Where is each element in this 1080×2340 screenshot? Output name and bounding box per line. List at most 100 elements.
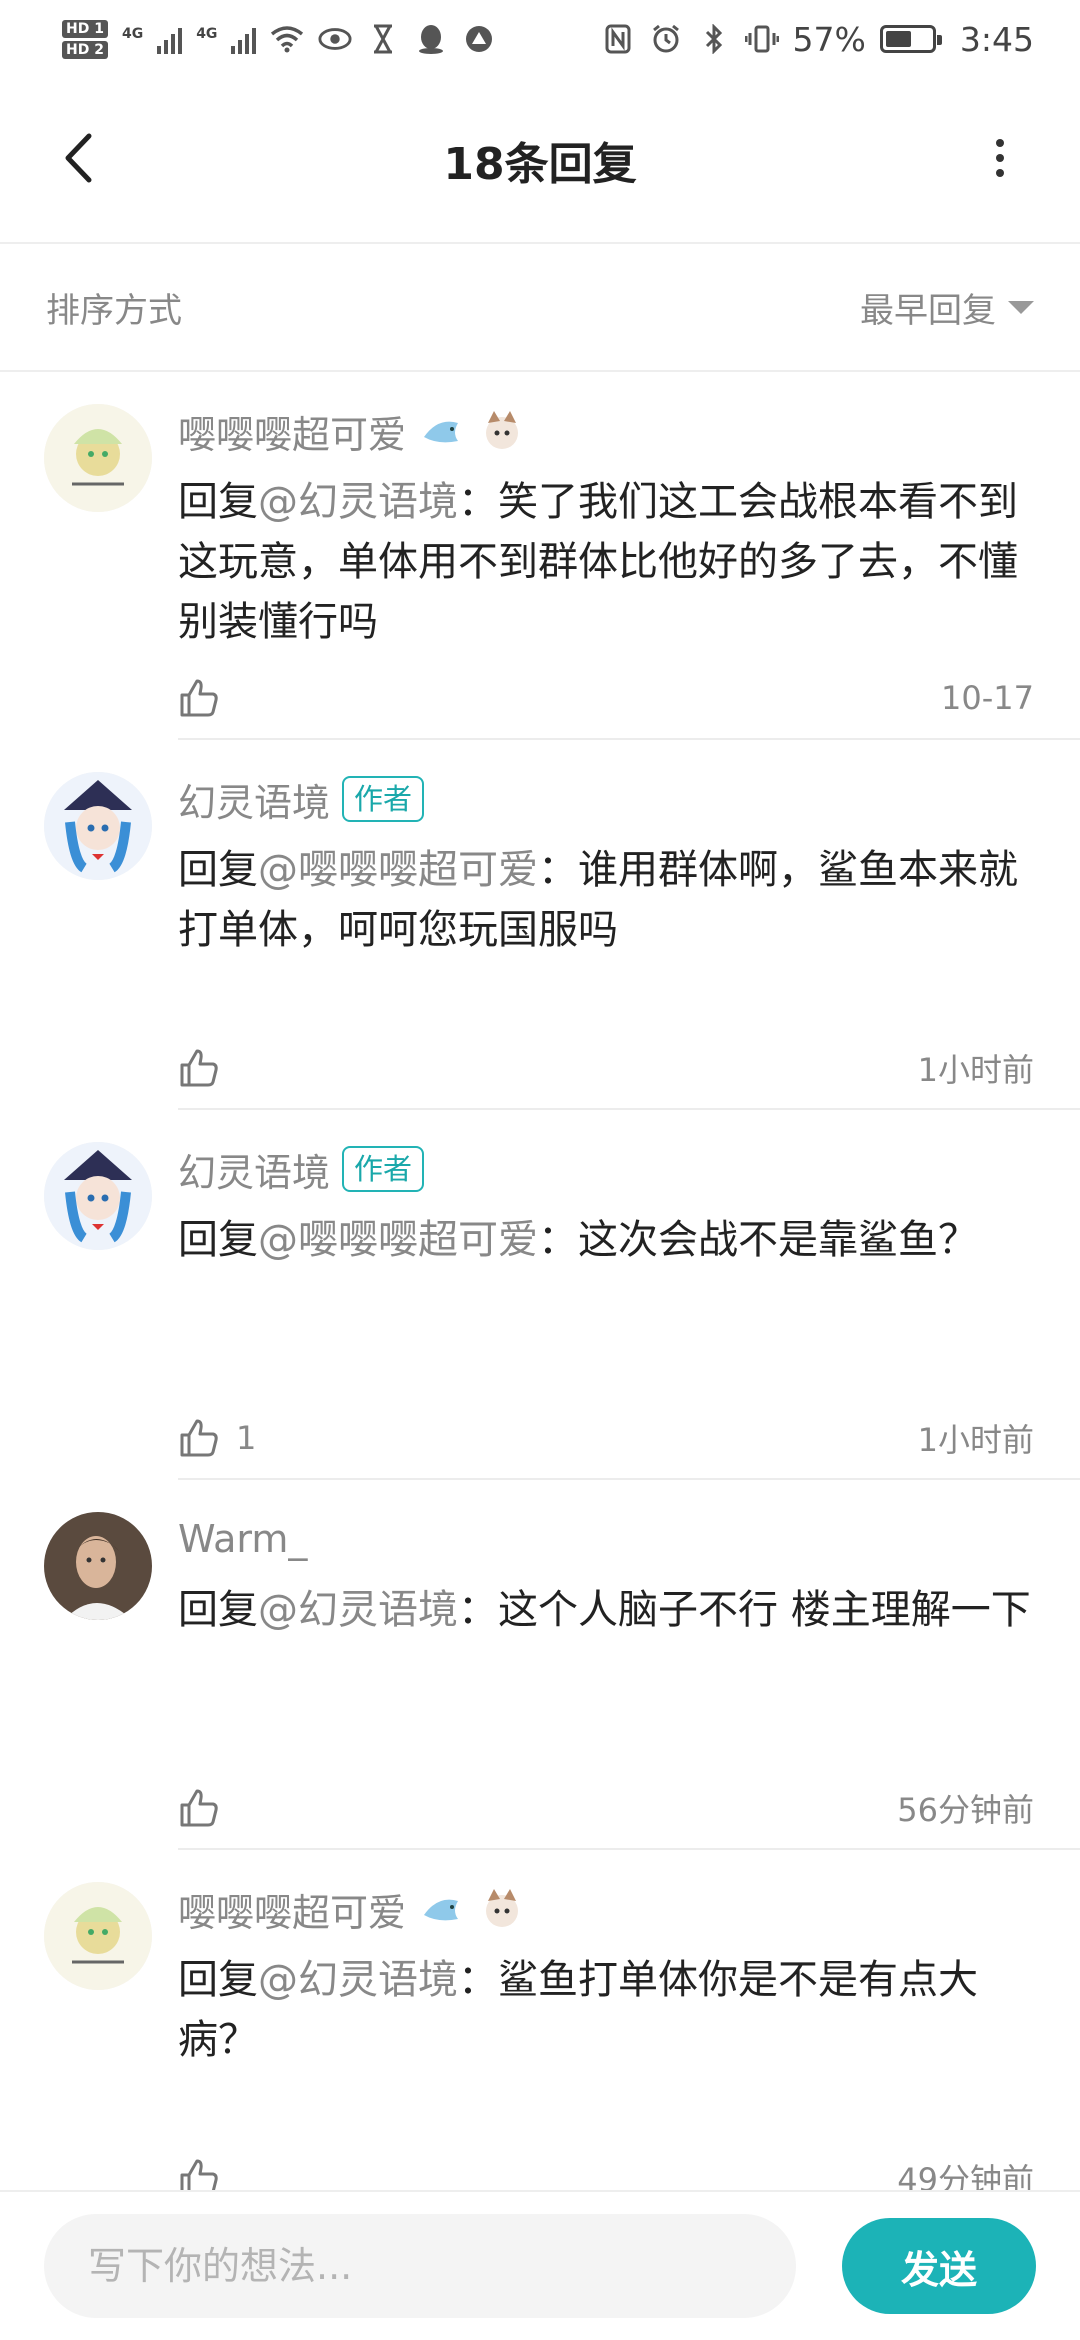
status-right: 57% 3:45 [601, 20, 1034, 59]
like-button[interactable] [178, 2157, 236, 2190]
mention-link[interactable]: @幻灵语境 [258, 1957, 458, 2003]
status-left: HD 1 HD 2 4G 4G [62, 19, 496, 59]
network-type-1: 4G [121, 25, 144, 42]
mention-link[interactable]: @幻灵语境 [258, 1587, 458, 1633]
mention-link[interactable]: @幻灵语境 [258, 479, 458, 525]
reply-time: 56分钟前 [897, 1791, 1034, 1829]
app-header: 18条回复 [0, 78, 1080, 242]
mention-link[interactable]: @嘤嘤嘤超可爱 [258, 847, 538, 893]
reply-text: ：这次会战不是靠鲨鱼？ [538, 1217, 978, 1263]
comment-input[interactable] [44, 2214, 796, 2318]
qq-icon [414, 22, 448, 56]
username[interactable]: Warm_ [178, 1517, 307, 1561]
thumbs-up-icon [180, 2159, 218, 2190]
reply-body: 幻灵语境 作者 回复@嘤嘤嘤超可爱：谁用群体啊，鲨鱼本来就打单体，呵呵您玩国服吗 [178, 764, 1034, 960]
reply-item: Warm_ 回复@幻灵语境：这个人脑子不行 楼主理解一下 56分钟前 [0, 1480, 1080, 1850]
character-badge-icon [478, 1885, 526, 1933]
signal-icon [157, 24, 183, 54]
vibrate-icon [744, 22, 779, 56]
more-vertical-icon [996, 139, 1004, 177]
wifi-icon [270, 22, 304, 56]
back-button[interactable] [38, 118, 118, 198]
reply-body: Warm_ 回复@幻灵语境：这个人脑子不行 楼主理解一下 [178, 1504, 1034, 1640]
battery-icon [879, 25, 942, 53]
network-type-2: 4G [196, 25, 218, 42]
reply-time: 10-17 [941, 679, 1034, 717]
signal-icon-2 [231, 24, 257, 54]
alarm-icon [649, 22, 683, 56]
reply-item: 幻灵语境 作者 回复@嘤嘤嘤超可爱：这次会战不是靠鲨鱼？ 1 1小时前 [0, 1110, 1080, 1480]
username[interactable]: 嘤嘤嘤超可爱 [178, 1882, 406, 1937]
reply-meta: 1 1小时前 [178, 1415, 1034, 1461]
thumbs-up-icon [180, 1789, 218, 1827]
reply-prefix: 回复 [178, 479, 258, 525]
eye-icon [318, 22, 352, 56]
reply-meta: 10-17 [178, 677, 1034, 719]
reply-body: 嘤嘤嘤超可爱 回复@幻灵语境：笑了我们这工会战根本看不到这玩意，单体用不到群体比… [178, 396, 1034, 652]
name-row: 嘤嘤嘤超可爱 [178, 1874, 1034, 1944]
sim-indicator: HD 1 HD 2 [62, 19, 108, 59]
chevron-left-icon [65, 133, 92, 183]
reply-prefix: 回复 [178, 1587, 258, 1633]
avatar[interactable] [44, 1142, 152, 1250]
reply-body: 幻灵语境 作者 回复@嘤嘤嘤超可爱：这次会战不是靠鲨鱼？ [178, 1134, 1034, 1270]
sim1-label: HD 1 [62, 19, 108, 38]
reply-list[interactable]: 嘤嘤嘤超可爱 回复@幻灵语境：笑了我们这工会战根本看不到这玩意，单体用不到群体比… [0, 372, 1080, 2190]
avatar[interactable] [44, 404, 152, 512]
page-title: 18条回复 [443, 139, 637, 190]
sort-value: 最早回复 [860, 290, 996, 331]
reply-content[interactable]: 回复@幻灵语境：鲨鱼打单体你是不是有点大病？ [178, 1950, 1034, 2070]
character-badge-icon [478, 407, 526, 455]
avatar[interactable] [44, 772, 152, 880]
reply-item: 嘤嘤嘤超可爱 回复@幻灵语境：笑了我们这工会战根本看不到这玩意，单体用不到群体比… [0, 372, 1080, 740]
avatar[interactable] [44, 1512, 152, 1620]
reply-item: 幻灵语境 作者 回复@嘤嘤嘤超可爱：谁用群体啊，鲨鱼本来就打单体，呵呵您玩国服吗… [0, 740, 1080, 1110]
sort-bar: 排序方式 最早回复 [0, 242, 1080, 372]
reply-content[interactable]: 回复@幻灵语境：笑了我们这工会战根本看不到这玩意，单体用不到群体比他好的多了去，… [178, 472, 1034, 652]
clock: 3:45 [959, 19, 1034, 59]
reply-prefix: 回复 [178, 1217, 258, 1263]
like-button[interactable]: 1 [178, 1417, 256, 1459]
reply-meta: 1小时前 [178, 1045, 1034, 1091]
reply-time: 1小时前 [917, 1421, 1034, 1459]
shark-badge-icon [418, 1885, 466, 1933]
shark-badge-icon [418, 407, 466, 455]
browser-icon [462, 22, 496, 56]
send-button[interactable]: 发送 [842, 2218, 1036, 2314]
reply-content[interactable]: 回复@幻灵语境：这个人脑子不行 楼主理解一下 [178, 1580, 1034, 1640]
like-button[interactable] [178, 677, 236, 719]
hourglass-icon [366, 22, 400, 56]
battery-fill [885, 31, 911, 47]
username[interactable]: 幻灵语境 [178, 772, 330, 827]
thumbs-up-icon [180, 1049, 218, 1087]
sort-label: 排序方式 [46, 290, 182, 331]
reply-item: 嘤嘤嘤超可爱 回复@幻灵语境：鲨鱼打单体你是不是有点大病？ 49分钟前 [0, 1850, 1080, 2190]
reply-time: 1小时前 [917, 1051, 1034, 1089]
more-button[interactable] [960, 118, 1040, 198]
reply-meta: 56分钟前 [178, 1785, 1034, 1831]
username[interactable]: 嘤嘤嘤超可爱 [178, 404, 406, 459]
reply-content[interactable]: 回复@嘤嘤嘤超可爱：谁用群体啊，鲨鱼本来就打单体，呵呵您玩国服吗 [178, 840, 1034, 960]
avatar[interactable] [44, 1882, 152, 1990]
reply-body: 嘤嘤嘤超可爱 回复@幻灵语境：鲨鱼打单体你是不是有点大病？ [178, 1874, 1034, 2070]
reply-time: 49分钟前 [897, 2161, 1034, 2190]
name-row: 嘤嘤嘤超可爱 [178, 396, 1034, 466]
reply-content[interactable]: 回复@嘤嘤嘤超可爱：这次会战不是靠鲨鱼？ [178, 1210, 1034, 1270]
sort-dropdown[interactable]: 最早回复 [860, 283, 1034, 332]
nfc-icon [601, 22, 635, 56]
author-badge: 作者 [342, 1146, 425, 1192]
sim2-label: HD 2 [62, 40, 108, 59]
thumbs-up-icon [180, 679, 218, 717]
name-row: Warm_ [178, 1504, 1034, 1574]
comment-composer: 发送 [0, 2190, 1080, 2340]
bluetooth-icon [697, 22, 731, 56]
author-badge: 作者 [342, 776, 425, 822]
name-row: 幻灵语境 作者 [178, 1134, 1034, 1204]
username[interactable]: 幻灵语境 [178, 1142, 330, 1197]
thumbs-up-icon [180, 1419, 218, 1457]
mention-link[interactable]: @嘤嘤嘤超可爱 [258, 1217, 538, 1263]
like-button[interactable] [178, 1047, 236, 1089]
reply-text: ：这个人脑子不行 楼主理解一下 [458, 1587, 1031, 1633]
battery-percent: 57% [792, 19, 866, 59]
like-button[interactable] [178, 1787, 236, 1829]
